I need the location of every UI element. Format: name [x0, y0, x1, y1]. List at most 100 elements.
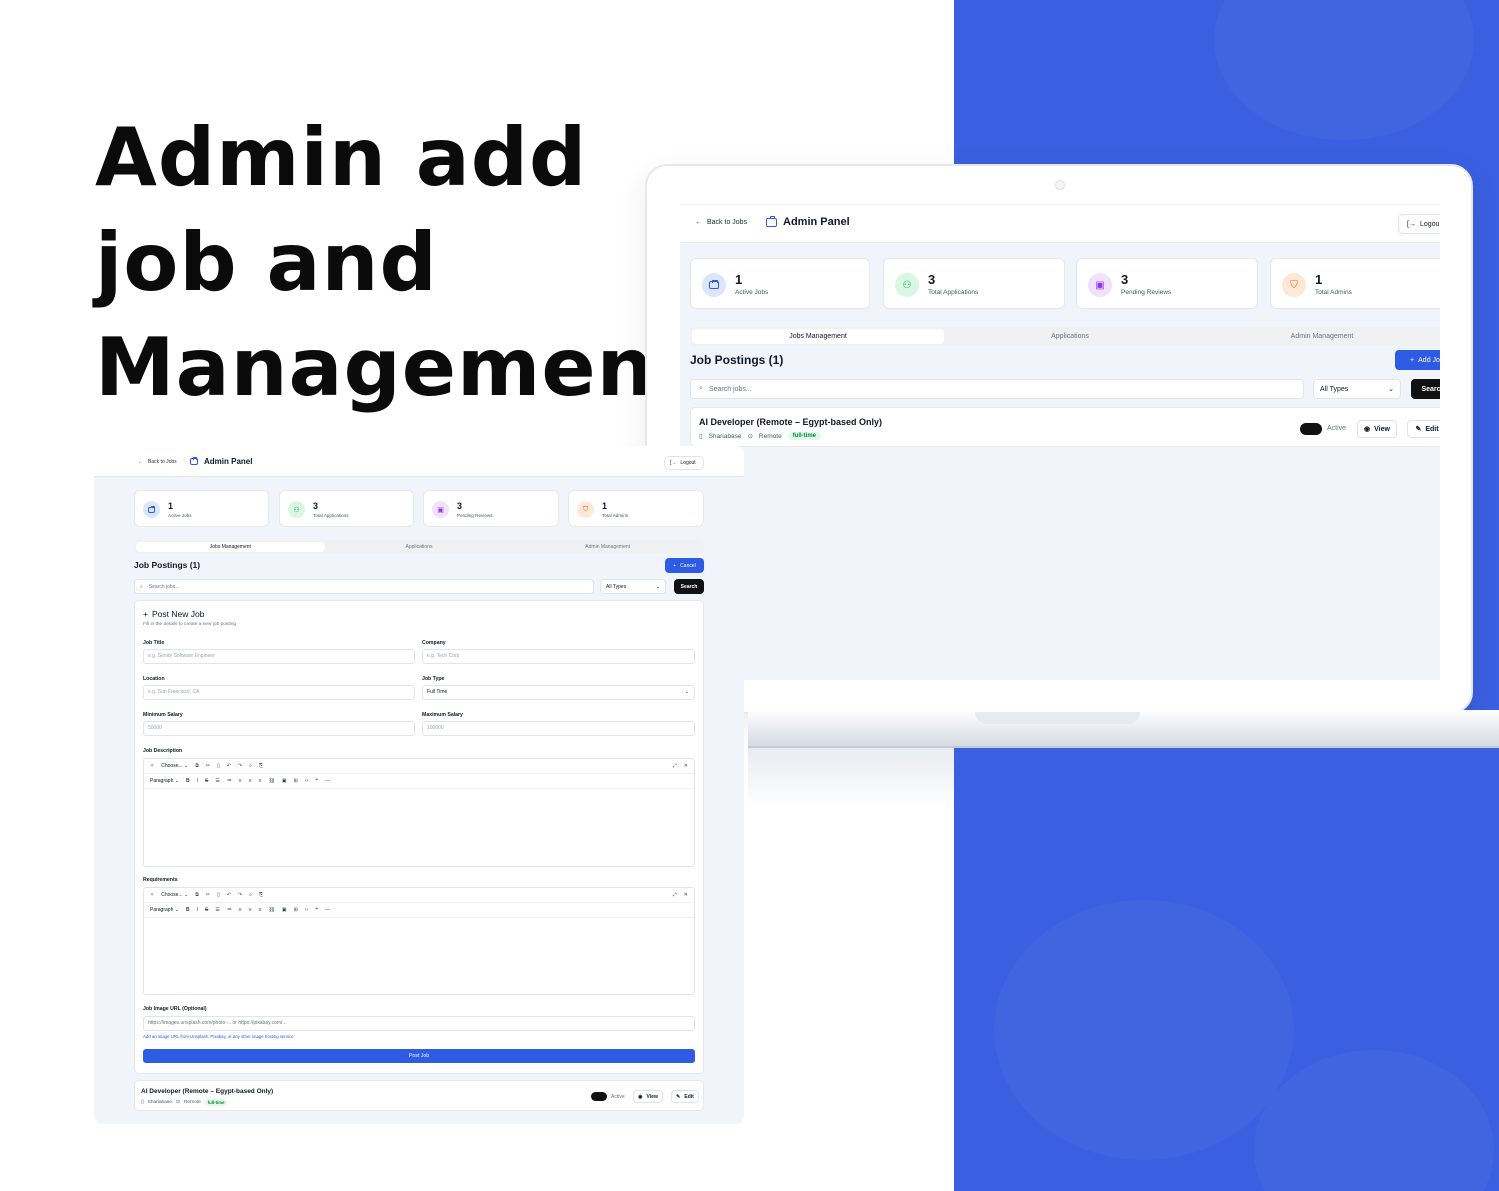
- strikethrough-icon[interactable]: S: [205, 907, 208, 913]
- bullet-list-icon[interactable]: ☰: [215, 907, 219, 913]
- align-center-icon[interactable]: ≡: [249, 907, 252, 913]
- shield-icon: ⛉: [1282, 273, 1306, 297]
- description-editor[interactable]: ✧ Choose... ⌄ ⧉ ✂ ▯ ↶ ↷ ⌕ ⎘ ⤢ ✕ Paragrap…: [143, 758, 695, 867]
- bold-icon[interactable]: B: [186, 778, 190, 784]
- tab-admin-management[interactable]: Admin Management: [1196, 329, 1440, 344]
- bold-icon[interactable]: B: [186, 907, 190, 913]
- post-job-form: + Post New Job Fill in the details to cr…: [134, 600, 704, 1074]
- quote-icon[interactable]: ❝: [315, 778, 318, 784]
- tab-applications[interactable]: Applications: [325, 542, 514, 552]
- add-job-button[interactable]: + Add Jo: [1395, 350, 1440, 370]
- table-icon[interactable]: ⊞: [294, 778, 298, 784]
- close-icon[interactable]: ✕: [684, 892, 688, 898]
- search-icon[interactable]: ⌕: [249, 763, 252, 769]
- search-button[interactable]: Searc: [1411, 379, 1440, 399]
- job-type-dropdown[interactable]: Full Time ⌄: [422, 685, 695, 700]
- requirements-editor[interactable]: ✧ Choose... ⌄ ⧉ ✂ ▯ ↶ ↷ ⌕ ⎘ ⤢ ✕ Paragrap…: [143, 887, 695, 995]
- company-input[interactable]: e.g. Tech Corp: [422, 649, 695, 664]
- search-input[interactable]: ⌕ Search jobs...: [134, 579, 594, 594]
- paragraph-label: Paragraph: [150, 907, 174, 913]
- redo-icon[interactable]: ↷: [238, 892, 242, 898]
- copy-icon[interactable]: ⧉: [195, 892, 199, 898]
- redo-icon[interactable]: ↷: [238, 763, 242, 769]
- numbered-list-icon[interactable]: ≔: [227, 778, 232, 784]
- magic-icon[interactable]: ✧: [150, 892, 154, 898]
- stat-value: 3: [457, 501, 463, 511]
- tab-applications[interactable]: Applications: [944, 329, 1196, 344]
- undo-icon[interactable]: ↶: [227, 892, 231, 898]
- cut-icon[interactable]: ✂: [206, 892, 210, 898]
- horizontal-rule-icon[interactable]: —: [325, 778, 330, 784]
- quote-icon[interactable]: ❝: [315, 907, 318, 913]
- table-icon[interactable]: ⊞: [294, 907, 298, 913]
- job-type-label: Job Type: [422, 676, 445, 682]
- view-button[interactable]: ◉ View: [633, 1090, 663, 1103]
- choose-select[interactable]: Choose... ⌄: [161, 892, 188, 898]
- close-icon[interactable]: ✕: [684, 763, 688, 769]
- back-to-jobs-link[interactable]: ← Back to Jobs: [695, 219, 747, 226]
- strikethrough-icon[interactable]: S: [205, 778, 208, 784]
- view-button[interactable]: ◉ View: [1357, 420, 1397, 438]
- magic-icon[interactable]: ✧: [150, 763, 154, 769]
- post-job-button[interactable]: Post Job: [143, 1049, 695, 1063]
- align-right-icon[interactable]: ≡: [259, 778, 262, 784]
- link-icon[interactable]: ⛓: [269, 778, 275, 784]
- briefcase-icon: [190, 457, 198, 465]
- paste-icon[interactable]: ▯: [217, 892, 220, 898]
- view-label: View: [1374, 425, 1390, 433]
- job-title-input[interactable]: e.g. Senior Software Engineer: [143, 649, 415, 664]
- code-icon[interactable]: ‹›: [305, 907, 308, 913]
- tab-admin-management[interactable]: Admin Management: [513, 542, 702, 552]
- active-toggle[interactable]: [591, 1092, 607, 1101]
- tab-jobs-management[interactable]: Jobs Management: [136, 542, 325, 552]
- italic-icon[interactable]: I: [197, 907, 198, 913]
- job-type-select[interactable]: All Types ⌄: [600, 579, 666, 594]
- paragraph-select[interactable]: Paragraph ⌄: [150, 778, 179, 784]
- link-icon[interactable]: ⛓: [269, 907, 275, 913]
- italic-icon[interactable]: I: [197, 778, 198, 784]
- horizontal-rule-icon[interactable]: —: [325, 907, 330, 913]
- edit-button[interactable]: ✎ Edit: [1407, 420, 1440, 438]
- preview-icon[interactable]: ⎘: [259, 892, 263, 898]
- max-salary-input[interactable]: 100000: [422, 721, 695, 736]
- paragraph-select[interactable]: Paragraph ⌄: [150, 907, 179, 913]
- logout-label: Logou: [1419, 220, 1440, 228]
- min-salary-input[interactable]: 50000: [143, 721, 415, 736]
- copy-icon[interactable]: ⧉: [195, 763, 199, 769]
- cancel-button[interactable]: + Cancel: [665, 558, 704, 573]
- fullscreen-icon[interactable]: ⤢: [673, 763, 677, 769]
- align-left-icon[interactable]: ≡: [239, 907, 242, 913]
- image-url-input[interactable]: https://images.unsplash.com/photo-... or…: [143, 1016, 695, 1031]
- edit-label: Edit: [1425, 425, 1439, 433]
- back-to-jobs-link[interactable]: ← Back to Jobs: [138, 459, 177, 465]
- tab-jobs-management[interactable]: Jobs Management: [692, 329, 944, 344]
- logout-button[interactable]: [→ Logout: [664, 456, 704, 470]
- active-toggle[interactable]: [1300, 423, 1322, 435]
- align-center-icon[interactable]: ≡: [249, 778, 252, 784]
- image-icon[interactable]: ▣: [282, 778, 287, 784]
- hero-heading: Admin add job and Management: [95, 105, 695, 420]
- code-icon[interactable]: ‹›: [305, 778, 308, 784]
- job-type-select[interactable]: All Types ⌄: [1313, 379, 1401, 399]
- numbered-list-icon[interactable]: ≔: [227, 907, 232, 913]
- briefcase-icon: [702, 273, 726, 297]
- stat-label: Pending Reviews: [457, 513, 493, 518]
- choose-select[interactable]: Choose... ⌄: [161, 763, 188, 769]
- undo-icon[interactable]: ↶: [227, 763, 231, 769]
- image-icon[interactable]: ▣: [282, 907, 287, 913]
- logout-button[interactable]: [→ Logou: [1398, 214, 1440, 234]
- align-right-icon[interactable]: ≡: [259, 907, 262, 913]
- preview-icon[interactable]: ⎘: [259, 763, 263, 769]
- stat-card-pending-reviews: ▣ 3 Pending Reviews: [1076, 258, 1258, 309]
- search-input[interactable]: ⌕ Search jobs...: [690, 379, 1304, 399]
- bullet-list-icon[interactable]: ☰: [215, 778, 219, 784]
- paste-icon[interactable]: ▯: [217, 763, 220, 769]
- location-input[interactable]: e.g. San Francisco, CA: [143, 685, 415, 700]
- search-button[interactable]: Search: [674, 579, 704, 594]
- active-label: Active: [611, 1094, 625, 1100]
- align-left-icon[interactable]: ≡: [239, 778, 242, 784]
- edit-button[interactable]: ✎ Edit: [671, 1090, 699, 1103]
- cut-icon[interactable]: ✂: [206, 763, 210, 769]
- fullscreen-icon[interactable]: ⤢: [673, 892, 677, 898]
- search-icon[interactable]: ⌕: [249, 892, 252, 898]
